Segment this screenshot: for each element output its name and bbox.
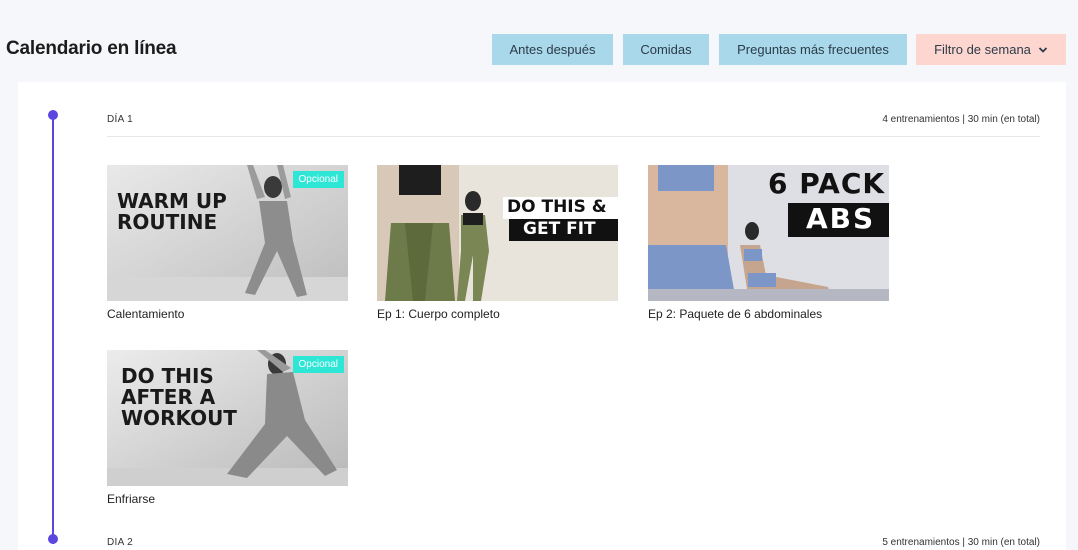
workout-card-full-body[interactable]: DO THIS & GET FIT Ep 1: Cuerpo completo: [377, 165, 618, 321]
day-label: DIA 2: [107, 537, 133, 548]
workout-title[interactable]: Ep 2: Paquete de 6 abdominales: [648, 307, 889, 321]
thumbnail-text-line: WARM UP: [117, 189, 227, 213]
header: Calendario en línea Antes después Comida…: [0, 0, 1078, 82]
before-after-button[interactable]: Antes después: [492, 34, 613, 65]
optional-badge: Opcional: [292, 171, 344, 188]
chevron-down-icon: [1038, 46, 1048, 53]
thumbnail-text-line: 6 PACK: [768, 167, 886, 200]
workout-thumbnail[interactable]: 6 PACK ABS: [648, 165, 889, 301]
thumbnail-text-line: GET FIT: [523, 219, 596, 239]
day-divider: [107, 136, 1040, 137]
page-title: Calendario en línea: [6, 38, 177, 59]
faq-button[interactable]: Preguntas más frecuentes: [719, 34, 907, 65]
workout-card-cooldown[interactable]: DO THIS AFTER A WORKOUT Opcional Enfriar…: [107, 350, 348, 506]
thumbnail-text-line: ABS: [806, 202, 876, 235]
timeline-line: [52, 114, 54, 544]
calendar-content: DÍA 1 4 entrenamientos | 30 min (en tota…: [18, 82, 1066, 550]
workout-card-warmup[interactable]: WARM UP ROUTINE Opcional Calentamiento: [107, 165, 348, 321]
day-summary: 4 entrenamientos | 30 min (en total): [882, 114, 1040, 125]
day-label: DÍA 1: [107, 114, 133, 125]
timeline-dot-day-2: [48, 534, 58, 544]
meals-button[interactable]: Comidas: [623, 34, 709, 65]
thumbnail-text-line: WORKOUT: [121, 406, 237, 430]
day-summary: 5 entrenamientos | 30 min (en total): [882, 537, 1040, 548]
thumbnail-text-line: AFTER A: [121, 385, 216, 409]
workout-thumbnail[interactable]: WARM UP ROUTINE Opcional: [107, 165, 348, 301]
workout-title[interactable]: Enfriarse: [107, 492, 348, 506]
page: Calendario en línea Antes después Comida…: [0, 0, 1078, 550]
week-filter-button[interactable]: Filtro de semana: [916, 34, 1066, 65]
thumbnail-text-line: DO THIS &: [507, 197, 607, 217]
week-filter-label: Filtro de semana: [934, 42, 1031, 57]
timeline-dot-day-1: [48, 110, 58, 120]
workout-thumbnail[interactable]: DO THIS & GET FIT: [377, 165, 618, 301]
workout-thumbnail[interactable]: DO THIS AFTER A WORKOUT Opcional: [107, 350, 348, 486]
optional-badge: Opcional: [292, 356, 344, 373]
workout-title[interactable]: Ep 1: Cuerpo completo: [377, 307, 618, 321]
thumbnail-text-line: DO THIS: [121, 364, 214, 388]
thumbnail-text-line: ROUTINE: [117, 210, 218, 234]
workout-title[interactable]: Calentamiento: [107, 307, 348, 321]
workout-card-six-pack[interactable]: 6 PACK ABS Ep 2: Paquete de 6 abdominale…: [648, 165, 889, 321]
